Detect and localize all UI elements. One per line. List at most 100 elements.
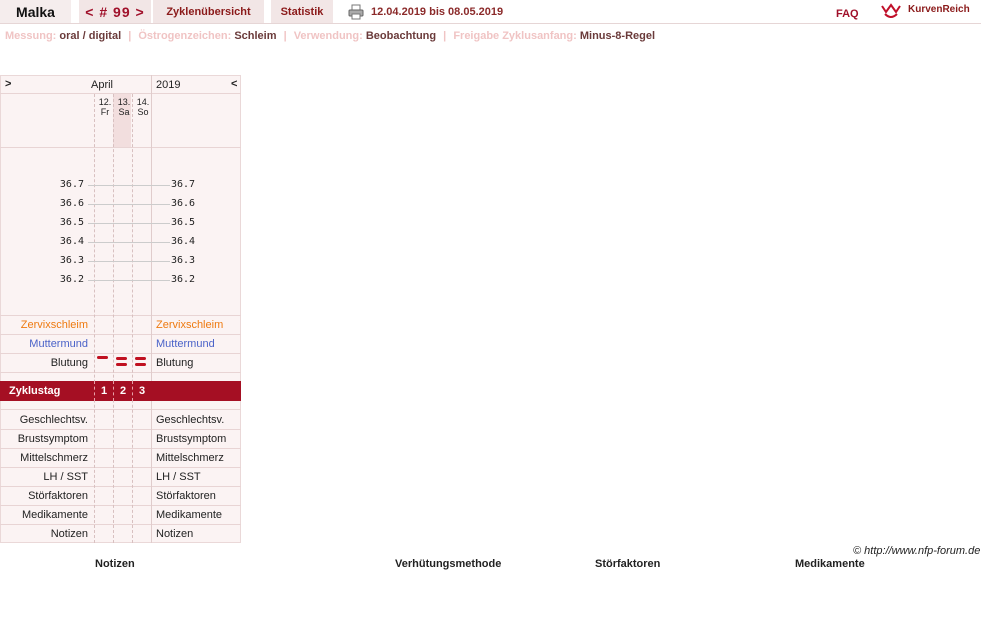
temp-label-right: 36.7	[171, 179, 196, 190]
temp-label-left: 36.5	[59, 217, 84, 228]
grid-line	[0, 147, 241, 148]
temp-label-left: 36.2	[59, 274, 84, 285]
zyklustag-label: Zyklustag	[9, 385, 61, 397]
row-label-geschlechtsverkehr-right: Geschlechtsv.	[156, 414, 225, 426]
setting-label: Östrogenzeichen:	[138, 30, 232, 42]
row-label-brustsymptom: Brustsymptom	[17, 433, 88, 445]
row-label-notizen-right: Notizen	[156, 528, 194, 540]
weekday: Sa	[118, 107, 130, 117]
brand-name[interactable]: KurvenReich	[908, 4, 970, 15]
setting-value: Beobachtung	[365, 30, 437, 42]
row-label-brustsymptom-right: Brustsymptom	[156, 433, 227, 445]
row-label-stoerfaktoren-right: Störfaktoren	[156, 490, 216, 502]
day-number: 12.	[98, 97, 112, 107]
grid-line	[0, 409, 241, 410]
temp-gridline	[88, 185, 170, 186]
copyright[interactable]: © http://www.nfp-forum.de	[853, 545, 980, 557]
day-column-line	[94, 94, 95, 543]
year-label: 2019	[156, 79, 181, 91]
grid-line	[0, 505, 241, 506]
row-label-zervixschleim-right: Zervixschleim	[156, 319, 224, 331]
cycle-selector[interactable]: < # 99 >	[79, 0, 151, 23]
setting-label: Verwendung:	[293, 30, 363, 42]
row-label-medikamente-right: Medikamente	[156, 509, 223, 521]
row-label-lh-sst-right: LH / SST	[156, 471, 201, 483]
setting-value: Schleim	[234, 30, 277, 42]
cycle-day-number: 3	[138, 385, 146, 397]
temp-label-left: 36.4	[59, 236, 84, 247]
zyklustag-row: Zyklustag 1 2 3	[0, 381, 241, 401]
weekday: Fr	[100, 107, 110, 117]
temp-gridline	[88, 204, 170, 205]
setting-separator: |	[443, 30, 447, 42]
faq-link[interactable]: FAQ	[836, 8, 859, 20]
temp-label-right: 36.5	[171, 217, 196, 228]
tab-zyklenuebersicht[interactable]: Zyklenübersicht	[153, 0, 264, 23]
row-label-muttermund: Muttermund	[29, 338, 88, 350]
setting-label: Messung:	[5, 30, 57, 42]
grid-line	[0, 448, 241, 449]
setting-value: Minus-8-Regel	[579, 30, 656, 42]
contraception-heading: Verhütungsmethode	[395, 558, 502, 570]
weekday: So	[137, 107, 149, 117]
cycle-day-number: 2	[119, 385, 127, 397]
settings-line: Messung: oral / digital | Östrogenzeiche…	[5, 30, 655, 42]
day-column-line	[132, 94, 133, 543]
row-label-lh-sst: LH / SST	[43, 471, 88, 483]
grid-line	[0, 353, 241, 354]
day-header: 13. Sa	[115, 97, 133, 117]
grid-line	[0, 372, 241, 373]
row-label-blutung-right: Blutung	[156, 357, 194, 369]
temp-label-right: 36.2	[171, 274, 196, 285]
kurvenreich-logo-icon[interactable]	[880, 2, 902, 20]
bleeding-mark	[116, 357, 127, 360]
month-label: April	[91, 79, 114, 91]
setting-separator: |	[128, 30, 132, 42]
bleeding-mark	[97, 356, 108, 359]
day-header: 12. Fr	[96, 97, 114, 117]
day-number: 14.	[136, 97, 150, 107]
tab-statistik[interactable]: Statistik	[271, 0, 333, 23]
row-label-stoerfaktoren: Störfaktoren	[28, 490, 88, 502]
setting-label: Freigabe Zyklusanfang:	[453, 30, 577, 42]
disruption-heading: Störfaktoren	[595, 558, 661, 570]
row-label-muttermund-right: Muttermund	[156, 338, 215, 350]
bleeding-mark	[116, 363, 127, 366]
grid-line	[0, 486, 241, 487]
grid-line	[0, 334, 241, 335]
grid-line	[0, 315, 241, 316]
setting-value: oral / digital	[59, 30, 122, 42]
temp-gridline	[88, 280, 170, 281]
bleeding-mark	[135, 357, 146, 360]
temp-label-left: 36.3	[59, 255, 84, 266]
temp-label-right: 36.4	[171, 236, 196, 247]
row-label-geschlechtsverkehr: Geschlechtsv.	[19, 414, 88, 426]
column-divider	[151, 75, 152, 543]
temp-label-left: 36.6	[59, 198, 84, 209]
nav-divider	[0, 23, 981, 24]
bleeding-mark	[135, 363, 146, 366]
temp-gridline	[88, 223, 170, 224]
user-name[interactable]: Malka	[0, 0, 71, 23]
row-label-zervixschleim: Zervixschleim	[20, 319, 88, 331]
cycle-day-number: 1	[100, 385, 108, 397]
temp-label-right: 36.6	[171, 198, 196, 209]
grid-line	[0, 524, 241, 525]
setting-separator: |	[283, 30, 287, 42]
temp-gridline	[88, 261, 170, 262]
temp-label-left: 36.7	[59, 179, 84, 190]
prev-month-button[interactable]: >	[5, 78, 11, 90]
temp-gridline	[88, 242, 170, 243]
medication-heading: Medikamente	[795, 558, 865, 570]
next-month-button[interactable]: <	[231, 78, 237, 90]
day-number: 13.	[117, 97, 131, 107]
date-range: 12.04.2019 bis 08.05.2019	[371, 6, 504, 18]
grid-line	[0, 93, 241, 94]
day-header: 14. So	[134, 97, 152, 117]
row-label-notizen: Notizen	[50, 528, 88, 540]
day-column-line	[113, 94, 114, 543]
row-label-mittelschmerz-right: Mittelschmerz	[156, 452, 224, 464]
notes-heading: Notizen	[95, 558, 135, 570]
grid-line	[0, 467, 241, 468]
print-icon[interactable]	[348, 4, 364, 20]
